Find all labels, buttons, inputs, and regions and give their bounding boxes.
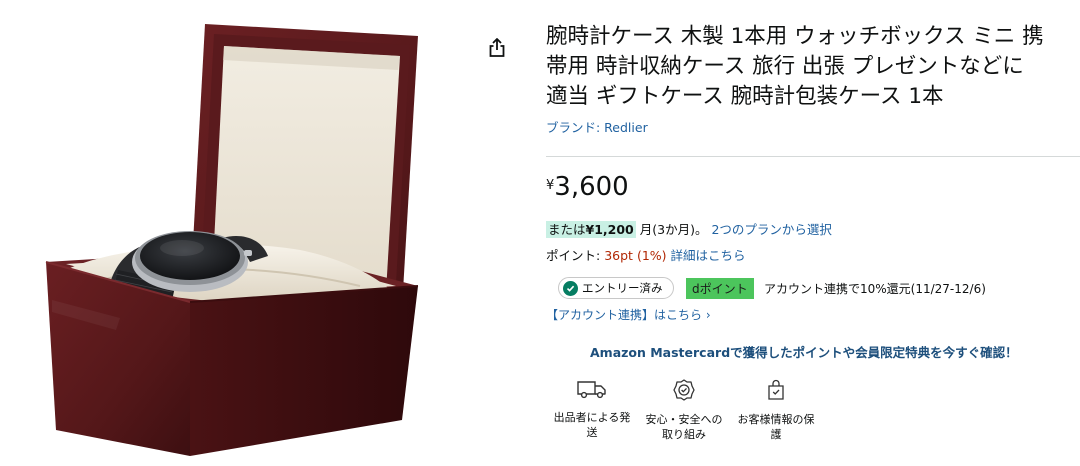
product-info-panel: 腕時計ケース 木製 1本用 ウォッチボックス ミニ 携 帯用 時計収納ケース 旅… xyxy=(546,0,1080,466)
price: ¥3,600 xyxy=(546,172,629,208)
feature-label: 安心・安全への 取り組み xyxy=(638,412,730,442)
product-title-line: 腕時計ケース 木製 1本用 ウォッチボックス ミニ 携 xyxy=(546,24,1044,49)
share-icon[interactable] xyxy=(487,37,507,59)
points-info: ポイント: 36pt (1%) 詳細はこちら xyxy=(546,245,746,264)
installment-highlight: または¥1,200 xyxy=(546,221,636,238)
feature-badges: 出品者による発 送 安心・安全への 取り組み お客様情報の保 護 xyxy=(546,378,846,466)
feature-label-line: 送 xyxy=(586,426,598,439)
brand-link[interactable]: ブランド: Redlier xyxy=(546,117,648,136)
feature-label-line: 出品者による発 xyxy=(553,411,631,424)
feature-label-line: 護 xyxy=(770,428,782,441)
product-title-line: 適当 ギフトケース 腕時計包装ケース 1本 xyxy=(546,84,944,109)
account-link[interactable]: 【アカウント連携】はこちら › xyxy=(546,306,711,323)
installment-plans-link[interactable]: 2つのプランから選択 xyxy=(711,222,831,237)
dpoint-badge: dポイント xyxy=(686,278,754,299)
safety-badge-icon xyxy=(673,379,695,401)
secure-bag-icon xyxy=(768,379,784,400)
feature-label: お客様情報の保 護 xyxy=(730,412,822,442)
mastercard-banner-link[interactable]: Amazon Mastercardで獲得したポイントや会員限定特典を今すぐ確認！ xyxy=(590,342,1018,361)
feature-label-line: 取り組み xyxy=(662,428,706,441)
installment-amount: ¥1,200 xyxy=(585,222,634,237)
dpoint-promo-text: アカウント連携で10%還元(11/27-12/6) xyxy=(764,282,986,296)
delivery-truck-icon xyxy=(577,381,606,399)
feature-privacy[interactable]: お客様情報の保 護 xyxy=(730,378,822,442)
feature-label-line: 安心・安全への xyxy=(645,413,723,426)
feature-seller-shipping[interactable]: 出品者による発 送 xyxy=(546,378,638,440)
product-title-line: 帯用 時計収納ケース 旅行 出張 プレゼントなどに xyxy=(546,54,1024,79)
points-value: 36pt xyxy=(604,248,633,263)
feature-label-line: お客様情報の保 xyxy=(737,413,815,426)
section-divider xyxy=(546,156,1080,157)
product-title: 腕時計ケース 木製 1本用 ウォッチボックス ミニ 携 帯用 時計収納ケース 旅… xyxy=(546,22,1080,112)
points-percent: (1%) xyxy=(636,248,667,263)
feature-safety[interactable]: 安心・安全への 取り組み xyxy=(638,378,730,442)
price-amount: 3,600 xyxy=(554,172,629,202)
points-details-link[interactable]: 詳細はこちら xyxy=(671,248,746,263)
entry-status-badge: エントリー済み xyxy=(558,277,674,299)
feature-label: 出品者による発 送 xyxy=(546,410,638,440)
product-image[interactable] xyxy=(0,0,480,466)
entry-status-label: エントリー済み xyxy=(582,281,663,295)
check-icon xyxy=(563,280,578,296)
currency-symbol: ¥ xyxy=(546,178,555,193)
installment-prefix: または xyxy=(548,222,586,237)
installment-suffix: 月(3か月)。 xyxy=(639,222,708,237)
installment-info: または¥1,200 月(3か月)。 2つのプランから選択 xyxy=(546,220,832,239)
watch-box-illustration xyxy=(45,24,419,456)
points-label: ポイント: xyxy=(546,248,601,263)
